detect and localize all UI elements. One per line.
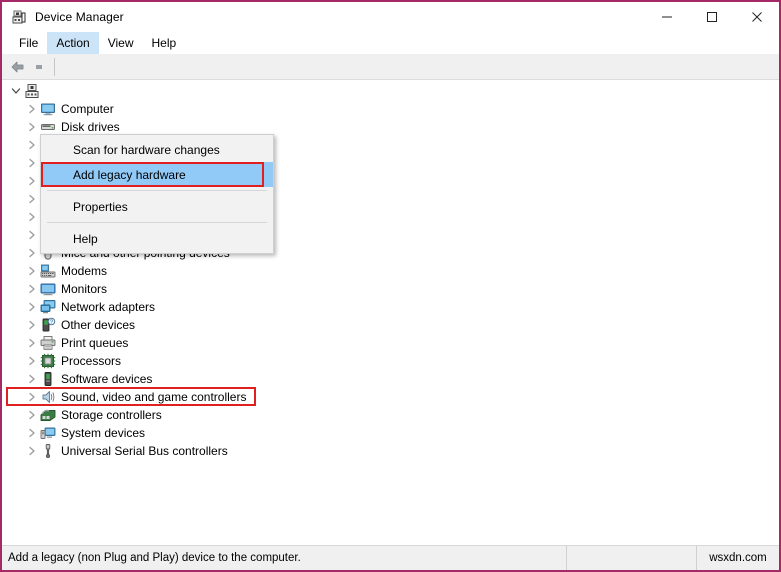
processor-icon bbox=[40, 353, 56, 369]
window-title: Device Manager bbox=[35, 10, 124, 24]
usb-controller-icon bbox=[40, 443, 56, 459]
chevron-right-icon[interactable] bbox=[24, 263, 40, 279]
forward-arrow-icon bbox=[32, 59, 48, 75]
window-controls bbox=[644, 2, 779, 32]
tree-item-label: Print queues bbox=[61, 335, 128, 351]
tree-root-row[interactable] bbox=[2, 82, 779, 100]
menu-separator bbox=[47, 222, 267, 223]
tree-item-print-queues[interactable]: Print queues bbox=[2, 334, 779, 352]
tree-item-software-devices[interactable]: Software devices bbox=[2, 370, 779, 388]
title-bar: Device Manager bbox=[2, 2, 779, 32]
menu-bar: File Action View Help bbox=[2, 32, 779, 54]
network-adapter-icon bbox=[40, 299, 56, 315]
chevron-right-icon[interactable] bbox=[24, 299, 40, 315]
chevron-right-icon[interactable] bbox=[24, 245, 40, 261]
chevron-right-icon[interactable] bbox=[24, 281, 40, 297]
tree-item-modems[interactable]: Modems bbox=[2, 262, 779, 280]
maximize-button[interactable] bbox=[689, 2, 734, 32]
tree-item-system-devices[interactable]: System devices bbox=[2, 424, 779, 442]
menu-item-help[interactable]: Help bbox=[41, 226, 273, 251]
menu-item-label: Add legacy hardware bbox=[73, 168, 186, 182]
back-button[interactable] bbox=[7, 56, 29, 77]
tree-item-label: Network adapters bbox=[61, 299, 155, 315]
chevron-right-icon[interactable] bbox=[24, 335, 40, 351]
menu-action[interactable]: Action bbox=[47, 32, 98, 54]
disk-drive-icon bbox=[40, 119, 56, 135]
tree-item-monitors[interactable]: Monitors bbox=[2, 280, 779, 298]
toolbar-separator bbox=[54, 58, 55, 76]
printer-icon bbox=[40, 335, 56, 351]
computer-root-icon bbox=[24, 83, 40, 99]
chevron-down-icon[interactable] bbox=[8, 83, 24, 99]
status-bar: Add a legacy (non Plug and Play) device … bbox=[2, 545, 779, 570]
tree-item-processors[interactable]: Processors bbox=[2, 352, 779, 370]
menu-item-scan-for-hardware-changes[interactable]: Scan for hardware changes bbox=[41, 137, 273, 162]
forward-button[interactable] bbox=[29, 56, 51, 77]
svg-text:?: ? bbox=[50, 320, 53, 326]
menu-view[interactable]: View bbox=[99, 32, 143, 54]
chevron-right-icon[interactable] bbox=[24, 209, 40, 225]
action-dropdown-menu[interactable]: Scan for hardware changes Add legacy har… bbox=[40, 134, 274, 254]
other-device-icon: ? bbox=[40, 317, 56, 333]
chevron-right-icon[interactable] bbox=[24, 137, 40, 153]
sound-controller-icon bbox=[40, 389, 56, 405]
tree-item-usb-controllers[interactable]: Universal Serial Bus controllers bbox=[2, 442, 779, 460]
tree-item-computer[interactable]: Computer bbox=[2, 100, 779, 118]
chevron-right-icon[interactable] bbox=[24, 443, 40, 459]
system-device-icon bbox=[40, 425, 56, 441]
watermark: wsxdn.com bbox=[697, 546, 779, 570]
menu-file[interactable]: File bbox=[10, 32, 47, 54]
chevron-right-icon[interactable] bbox=[24, 407, 40, 423]
computer-icon bbox=[40, 101, 56, 117]
storage-controller-icon bbox=[40, 407, 56, 423]
screenshot-root: Device Manager File Action View Help bbox=[0, 0, 781, 572]
chevron-right-icon[interactable] bbox=[24, 353, 40, 369]
tree-item-label: Universal Serial Bus controllers bbox=[61, 443, 228, 459]
menu-separator bbox=[47, 190, 267, 191]
chevron-right-icon[interactable] bbox=[24, 101, 40, 117]
chevron-right-icon[interactable] bbox=[24, 173, 40, 189]
tree-item-sound-controllers[interactable]: Sound, video and game controllers bbox=[2, 388, 779, 406]
status-pane-secondary bbox=[567, 546, 697, 570]
tree-item-label: Storage controllers bbox=[61, 407, 162, 423]
menu-item-add-legacy-hardware[interactable]: Add legacy hardware bbox=[41, 162, 273, 187]
chevron-right-icon[interactable] bbox=[24, 371, 40, 387]
software-device-icon bbox=[40, 371, 56, 387]
chevron-right-icon[interactable] bbox=[24, 119, 40, 135]
device-manager-icon bbox=[11, 9, 27, 25]
tree-item-label: Other devices bbox=[61, 317, 135, 333]
chevron-right-icon[interactable] bbox=[24, 389, 40, 405]
status-message: Add a legacy (non Plug and Play) device … bbox=[2, 546, 567, 570]
menu-item-properties[interactable]: Properties bbox=[41, 194, 273, 219]
chevron-right-icon[interactable] bbox=[24, 191, 40, 207]
back-arrow-icon bbox=[10, 59, 26, 75]
tree-item-other-devices[interactable]: ? Other devices bbox=[2, 316, 779, 334]
tree-item-label: Software devices bbox=[61, 371, 152, 387]
tree-item-label: Sound, video and game controllers bbox=[61, 389, 246, 405]
tree-item-label: Computer bbox=[61, 101, 114, 117]
chevron-right-icon[interactable] bbox=[24, 317, 40, 333]
chevron-right-icon[interactable] bbox=[24, 425, 40, 441]
toolbar bbox=[2, 54, 779, 80]
tree-item-storage-controllers[interactable]: Storage controllers bbox=[2, 406, 779, 424]
tree-item-label: System devices bbox=[61, 425, 145, 441]
modem-icon bbox=[40, 263, 56, 279]
monitor-icon bbox=[40, 281, 56, 297]
tree-item-label: Processors bbox=[61, 353, 121, 369]
chevron-right-icon[interactable] bbox=[24, 155, 40, 171]
tree-item-network-adapters[interactable]: Network adapters bbox=[2, 298, 779, 316]
device-manager-window: Device Manager File Action View Help bbox=[0, 0, 781, 572]
tree-item-label: Monitors bbox=[61, 281, 107, 297]
chevron-right-icon[interactable] bbox=[24, 227, 40, 243]
tree-panel[interactable]: Computer Disk drives Display adapters bbox=[2, 80, 779, 545]
tree-item-label: Disk drives bbox=[61, 119, 120, 135]
tree-item-label: Modems bbox=[61, 263, 107, 279]
minimize-button[interactable] bbox=[644, 2, 689, 32]
menu-help[interactable]: Help bbox=[143, 32, 186, 54]
close-button[interactable] bbox=[734, 2, 779, 32]
